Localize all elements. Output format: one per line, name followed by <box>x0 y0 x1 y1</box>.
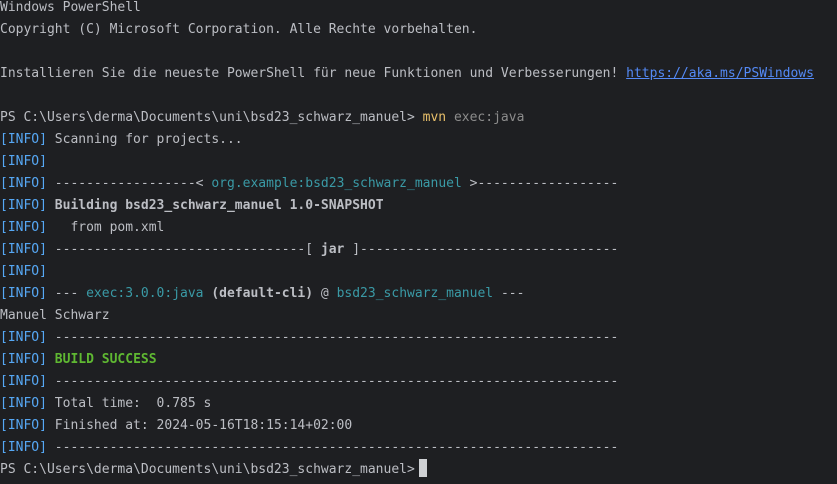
log-line: [INFO] Building bsd23_schwarz_manuel 1.0… <box>0 195 837 217</box>
project-id: bsd23_schwarz_manuel <box>336 286 494 301</box>
log-line: [INFO] <box>0 261 837 283</box>
terminal-window[interactable]: Windows PowerShell Copyright (C) Microso… <box>0 0 837 484</box>
install-link[interactable]: https://aka.ms/PSWindows <box>626 66 814 81</box>
log-line: [INFO] Total time: 0.785 s <box>0 393 837 415</box>
log-line: [INFO] --- exec:3.0.0:java (default-cli)… <box>0 283 837 305</box>
info-tag: [INFO] <box>0 198 47 213</box>
separator: ----------------------------------------… <box>46 374 619 389</box>
build-success: BUILD SUCCESS <box>54 352 157 367</box>
command-args: exec:java <box>446 110 525 125</box>
log-text: --- <box>46 286 87 301</box>
log-line: [INFO] --------------------------------[… <box>0 239 837 261</box>
command-name: mvn <box>422 110 447 125</box>
info-tag: [INFO] <box>0 374 47 389</box>
info-tag: [INFO] <box>0 220 47 235</box>
program-output: Manuel Schwarz <box>0 308 110 323</box>
final-prompt-line[interactable]: PS C:\Users\derma\Documents\uni\bsd23_sc… <box>0 459 837 481</box>
final-prompt-path: PS C:\Users\derma\Documents\uni\bsd23_sc… <box>0 462 415 477</box>
install-hint-text: Installieren Sie die neueste PowerShell … <box>0 66 627 81</box>
log-line: [INFO] <box>0 151 837 173</box>
building-text: Building bsd23_schwarz_manuel 1.0-SNAPSH… <box>46 198 384 213</box>
info-tag: [INFO] <box>0 396 47 411</box>
log-text: ------------------< <box>46 176 212 191</box>
log-line: [INFO] Scanning for projects... <box>0 129 837 151</box>
separator: ----------------------------------------… <box>46 330 619 345</box>
finished-at: Finished at: 2024-05-16T18:15:14+02:00 <box>46 418 353 433</box>
total-time: Total time: 0.785 s <box>46 396 212 411</box>
log-line: [INFO] ------------------< org.example:b… <box>0 173 837 195</box>
log-line: [INFO] ---------------------------------… <box>0 437 837 459</box>
log-text: @ <box>313 286 337 301</box>
info-tag: [INFO] <box>0 440 47 455</box>
log-text: >------------------ <box>461 176 619 191</box>
log-line: [INFO] ---------------------------------… <box>0 371 837 393</box>
log-text: --- <box>493 286 525 301</box>
text-cursor <box>418 459 427 477</box>
log-line: [INFO] Finished at: 2024-05-16T18:15:14+… <box>0 415 837 437</box>
info-tag: [INFO] <box>0 176 47 191</box>
info-tag: [INFO] <box>0 154 47 169</box>
banner-copyright: Copyright (C) Microsoft Corporation. All… <box>0 22 478 37</box>
log-line: [INFO] from pom.xml <box>0 217 837 239</box>
log-text: from pom.xml <box>46 220 165 235</box>
info-tag: [INFO] <box>0 242 47 257</box>
info-tag: [INFO] <box>0 352 47 367</box>
banner-title: Windows PowerShell <box>0 0 141 15</box>
log-text: Scanning for projects... <box>46 132 243 147</box>
info-tag: [INFO] <box>0 132 47 147</box>
separator: ----------------------------------------… <box>46 440 619 455</box>
prompt-path: PS C:\Users\derma\Documents\uni\bsd23_sc… <box>0 110 423 125</box>
packaging-type: jar <box>320 242 345 257</box>
info-tag: [INFO] <box>0 264 47 279</box>
log-text: --------------------------------[ <box>46 242 321 257</box>
execution-id: (default-cli) <box>203 286 314 301</box>
install-hint: Installieren Sie die neueste PowerShell … <box>0 63 837 85</box>
info-tag: [INFO] <box>0 418 47 433</box>
artifact-id: org.example:bsd23_schwarz_manuel <box>211 176 462 191</box>
terminal-output: Windows PowerShell Copyright (C) Microso… <box>0 0 837 481</box>
plugin-id: exec:3.0.0:java <box>86 286 204 301</box>
command-line: PS C:\Users\derma\Documents\uni\bsd23_sc… <box>0 107 837 129</box>
log-line: [INFO] BUILD SUCCESS <box>0 349 837 371</box>
info-tag: [INFO] <box>0 286 47 301</box>
info-tag: [INFO] <box>0 330 47 345</box>
log-line: [INFO] ---------------------------------… <box>0 327 837 349</box>
log-text: ]--------------------------------- <box>344 242 619 257</box>
